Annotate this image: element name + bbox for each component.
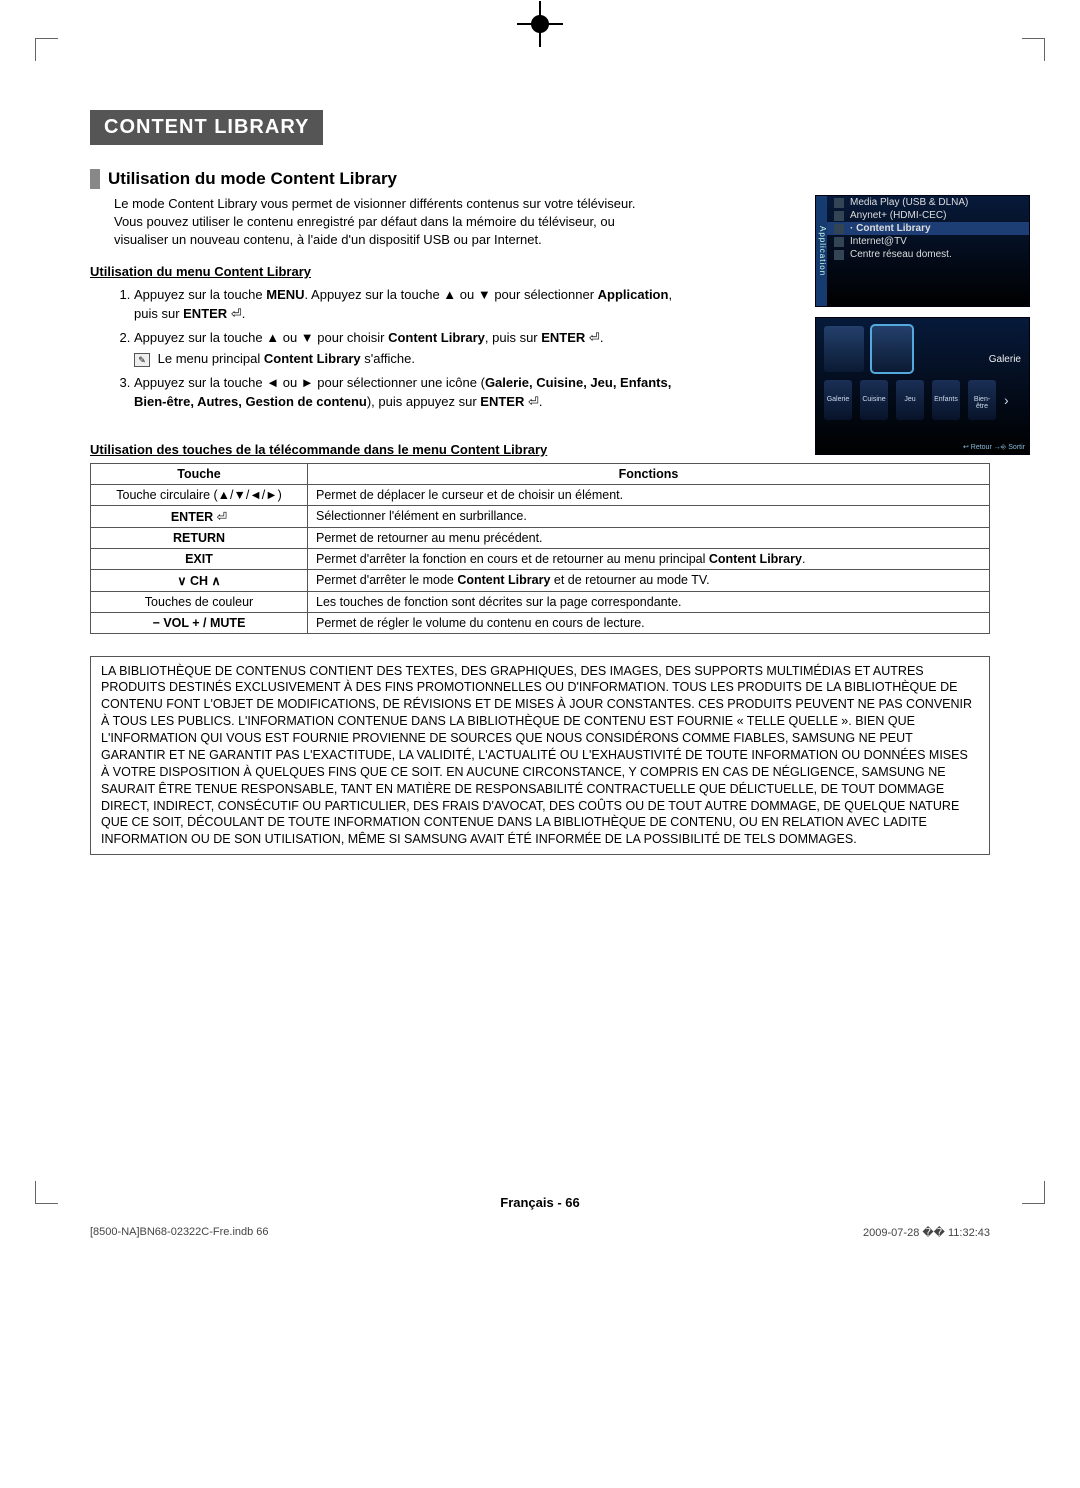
menu-row: Centre réseau domest. <box>816 248 1029 261</box>
menu-item-label: · Content Library <box>850 223 931 234</box>
table-row: EXITPermet d'arrêter la fonction en cour… <box>91 548 990 569</box>
tile-selected-label: Galerie <box>989 354 1021 365</box>
menu-item-label: Media Play (USB & DLNA) <box>850 197 968 208</box>
table-row: ∨ CH ∧Permet d'arrêter le mode Content L… <box>91 569 990 591</box>
table-row: ENTER ⏎Sélectionner l'élément en surbril… <box>91 505 990 527</box>
meta-filename: [8500-NA]BN68-02322C-Fre.indb 66 <box>90 1226 269 1239</box>
cell-key: Touche circulaire (▲/▼/◄/►) <box>91 484 308 505</box>
table-row: Touche circulaire (▲/▼/◄/►)Permet de dép… <box>91 484 990 505</box>
cell-key: − VOL + / MUTE <box>91 612 308 633</box>
menu-item-icon <box>834 250 844 260</box>
menu-item-label: Internet@TV <box>850 236 907 247</box>
registration-mark-icon <box>531 15 549 33</box>
note-icon: ✎ <box>134 353 150 367</box>
step-2: Appuyez sur la touche ▲ ou ▼ pour choisi… <box>134 328 674 369</box>
cell-function: Permet d'arrêter la fonction en cours et… <box>308 548 990 569</box>
cell-function: Permet de déplacer le curseur et de choi… <box>308 484 990 505</box>
menu-row: Media Play (USB & DLNA) <box>816 196 1029 209</box>
screenshot-content-library-tiles: Galerie Galerie Cuisine Jeu Enfants Bien-êtr… <box>815 317 1030 455</box>
screenshot-application-menu: Application Media Play (USB & DLNA) Anyne… <box>815 195 1030 307</box>
remote-buttons-table: Touche Fonctions Touche circulaire (▲/▼/… <box>90 463 990 634</box>
table-row: Touches de couleurLes touches de fonctio… <box>91 591 990 612</box>
tile-thumb-selected <box>872 326 912 372</box>
tile-icon: Galerie <box>824 380 852 420</box>
screenshot-column: Application Media Play (USB & DLNA) Anyne… <box>815 195 1030 465</box>
cell-key: Touches de couleur <box>91 591 308 612</box>
menu-row: Internet@TV <box>816 235 1029 248</box>
menu-item-icon <box>834 237 844 247</box>
crop-mark <box>1022 1181 1045 1204</box>
cell-function: Permet de régler le volume du contenu en… <box>308 612 990 633</box>
menu-item-icon <box>834 224 844 234</box>
menu-item-label: Centre réseau domest. <box>850 249 952 260</box>
menu-row: · Content Library <box>816 222 1029 235</box>
chevron-right-icon: › <box>1004 392 1009 408</box>
cell-key: RETURN <box>91 527 308 548</box>
crop-mark <box>35 38 58 61</box>
menu-item-icon <box>834 211 844 221</box>
meta-timestamp: 2009-07-28 �� 11:32:43 <box>863 1226 990 1239</box>
steps-list: Appuyez sur la touche MENU. Appuyez sur … <box>134 285 674 412</box>
cell-key: ENTER ⏎ <box>91 505 308 527</box>
th-function: Fonctions <box>308 463 990 484</box>
cell-key: ∨ CH ∧ <box>91 569 308 591</box>
cell-key: EXIT <box>91 548 308 569</box>
step-3: Appuyez sur la touche ◄ ou ► pour sélect… <box>134 373 674 412</box>
tile-icon: Enfants <box>932 380 960 420</box>
tile-icon: Cuisine <box>860 380 888 420</box>
crop-mark <box>35 1181 58 1204</box>
tile-icon: Bien-être <box>968 380 996 420</box>
cell-function: Les touches de fonction sont décrites su… <box>308 591 990 612</box>
cell-function: Sélectionner l'élément en surbrillance. <box>308 505 990 527</box>
screenshot-footer-hints: ↩ Retour →⎆ Sortir <box>963 443 1025 452</box>
crop-mark <box>1022 38 1045 61</box>
step-1: Appuyez sur la touche MENU. Appuyez sur … <box>134 285 674 324</box>
page-footer: Français - 66 <box>90 1195 990 1210</box>
section-title-text: Utilisation du mode Content Library <box>108 169 397 189</box>
section-title: Utilisation du mode Content Library <box>90 169 990 189</box>
table-row: RETURNPermet de retourner au menu précéd… <box>91 527 990 548</box>
cell-function: Permet de retourner au menu précédent. <box>308 527 990 548</box>
menu-item-icon <box>834 198 844 208</box>
chapter-heading: CONTENT LIBRARY <box>90 110 323 145</box>
heading-bar-icon <box>90 169 100 189</box>
table-row: − VOL + / MUTEPermet de régler le volume… <box>91 612 990 633</box>
th-key: Touche <box>91 463 308 484</box>
disclaimer-box: LA BIBLIOTHÈQUE DE CONTENUS CONTIENT DES… <box>90 656 990 856</box>
cell-function: Permet d'arrêter le mode Content Library… <box>308 569 990 591</box>
tile-thumb <box>824 326 864 372</box>
menu-vertical-tab: Application <box>816 196 827 306</box>
intro-paragraph: Le mode Content Library vous permet de v… <box>114 195 654 250</box>
menu-item-label: Anynet+ (HDMI-CEC) <box>850 210 946 221</box>
menu-row: Anynet+ (HDMI-CEC) <box>816 209 1029 222</box>
tile-icon: Jeu <box>896 380 924 420</box>
